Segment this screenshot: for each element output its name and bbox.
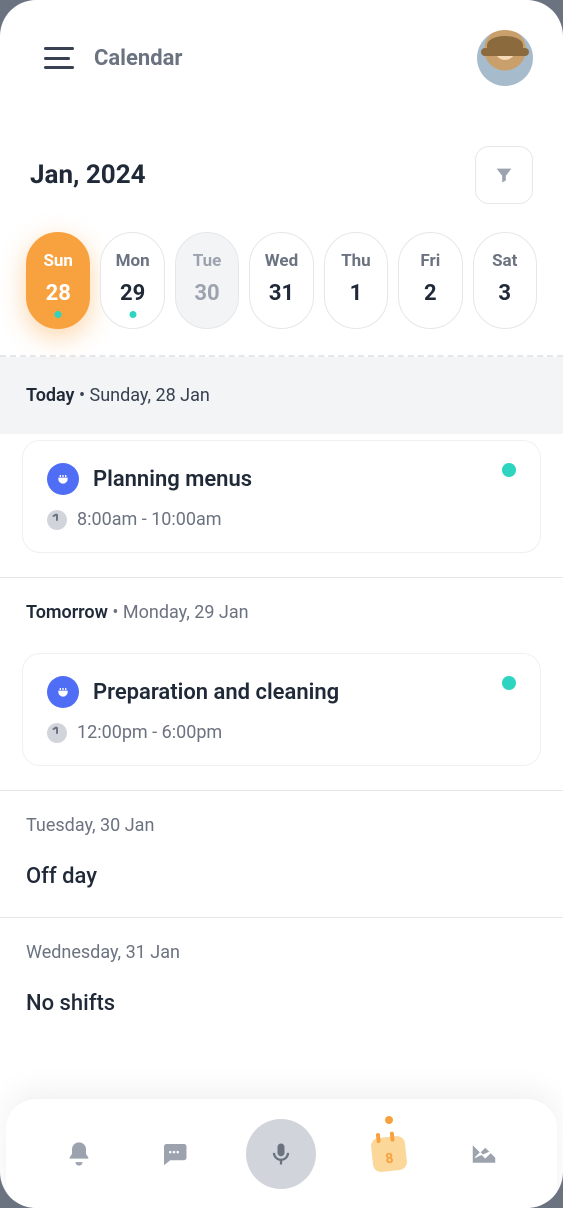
event-dot-icon xyxy=(55,311,62,318)
schedule-list[interactable]: Today • Sunday, 28 Jan Planning menus 8:… xyxy=(0,357,563,1098)
task-category-icon xyxy=(47,676,79,708)
calendar-badge-number: 8 xyxy=(372,1149,407,1168)
day-pill-thu[interactable]: Thu 1 xyxy=(324,232,388,329)
day-number: 31 xyxy=(250,281,312,306)
day-number: 1 xyxy=(325,281,387,306)
filter-button[interactable] xyxy=(475,146,533,204)
section-header-today: Today • Sunday, 28 Jan xyxy=(0,357,563,434)
mic-icon xyxy=(267,1140,295,1168)
nav-chat[interactable] xyxy=(152,1132,196,1176)
filter-icon xyxy=(493,164,515,186)
section-lead: Today xyxy=(26,385,75,406)
chart-icon xyxy=(469,1139,499,1169)
task-card[interactable]: Preparation and cleaning 12:00pm - 6:00p… xyxy=(22,653,541,766)
status-dot-icon xyxy=(502,676,516,690)
task-category-icon xyxy=(47,463,79,495)
month-row: Jan, 2024 xyxy=(0,106,563,214)
chat-icon xyxy=(159,1139,189,1169)
day-name: Thu xyxy=(325,251,387,271)
page-title: Calendar xyxy=(94,46,457,71)
day-name: Wed xyxy=(250,251,312,271)
day-number: 2 xyxy=(399,281,461,306)
day-status: No shifts xyxy=(0,987,563,1044)
task-title: Preparation and cleaning xyxy=(93,680,339,705)
day-pill-wed[interactable]: Wed 31 xyxy=(249,232,313,329)
event-dot-icon xyxy=(129,311,136,318)
bottom-nav: 8 xyxy=(6,1098,557,1208)
day-number: 30 xyxy=(176,281,238,306)
section-date: Tuesday, 30 Jan xyxy=(26,815,154,836)
section-header-tue: Tuesday, 30 Jan xyxy=(0,790,563,860)
nav-analytics[interactable] xyxy=(462,1132,506,1176)
month-label: Jan, 2024 xyxy=(30,160,475,190)
header: Calendar xyxy=(0,0,563,106)
day-name: Fri xyxy=(399,251,461,271)
calendar-icon: 8 xyxy=(370,1135,407,1172)
task-title: Planning menus xyxy=(93,467,252,492)
section-lead: Tomorrow xyxy=(26,602,108,623)
day-pill-fri[interactable]: Fri 2 xyxy=(398,232,462,329)
task-time: 8:00am - 10:00am xyxy=(77,509,222,530)
day-name: Sun xyxy=(27,251,89,271)
day-number: 28 xyxy=(27,281,89,306)
status-dot-icon xyxy=(502,463,516,477)
day-pill-sat[interactable]: Sat 3 xyxy=(473,232,537,329)
app-root: Calendar Jan, 2024 Sun28Mon29Tue30Wed31T… xyxy=(0,0,563,1208)
day-pill-sun[interactable]: Sun 28 xyxy=(26,232,90,329)
menu-icon[interactable] xyxy=(44,47,74,69)
task-card[interactable]: Planning menus 8:00am - 10:00am xyxy=(22,440,541,553)
task-time: 12:00pm - 6:00pm xyxy=(77,722,222,743)
day-name: Tue xyxy=(176,251,238,271)
week-strip: Sun 28 Mon 29 Tue 30 Wed 31 Thu 1 Fri 2 Sat 3 xyxy=(0,214,563,357)
day-name: Mon xyxy=(101,251,163,271)
section-header-wed: Wednesday, 31 Jan xyxy=(0,918,563,987)
section-date: Monday, 29 Jan xyxy=(123,602,249,623)
day-pill-tue[interactable]: Tue 30 xyxy=(175,232,239,329)
section-date: Sunday, 28 Jan xyxy=(90,385,210,406)
clock-icon xyxy=(47,723,67,743)
day-number: 3 xyxy=(474,281,536,306)
day-name: Sat xyxy=(474,251,536,271)
section-date: Wednesday, 31 Jan xyxy=(26,942,180,963)
section-header-tomorrow: Tomorrow • Monday, 29 Jan xyxy=(0,577,563,647)
clock-icon xyxy=(47,510,67,530)
day-number: 29 xyxy=(101,281,163,306)
day-status: Off day xyxy=(0,860,563,918)
nav-notifications[interactable] xyxy=(57,1132,101,1176)
nav-voice-button[interactable] xyxy=(246,1119,316,1189)
day-pill-mon[interactable]: Mon 29 xyxy=(100,232,164,329)
bell-icon xyxy=(65,1140,93,1168)
nav-calendar[interactable]: 8 xyxy=(367,1132,411,1176)
avatar[interactable] xyxy=(477,30,533,86)
